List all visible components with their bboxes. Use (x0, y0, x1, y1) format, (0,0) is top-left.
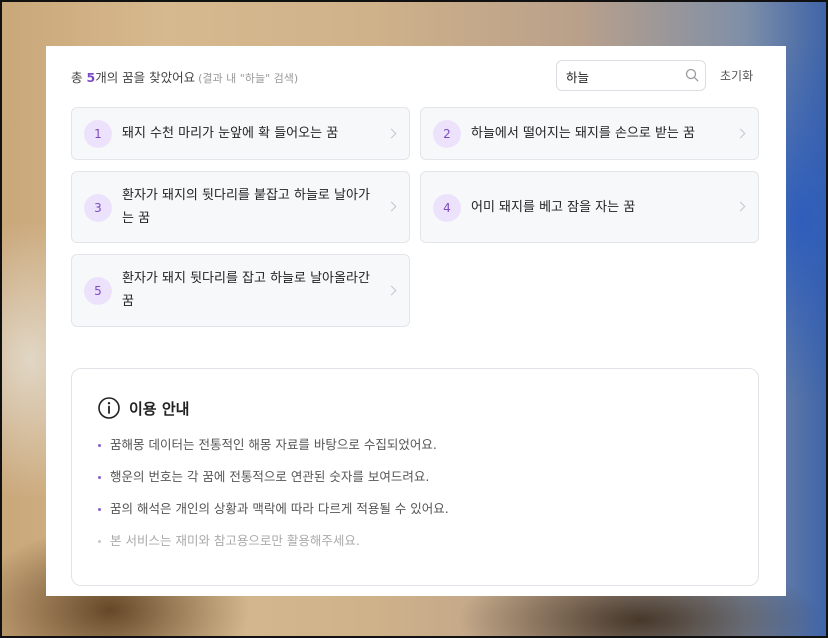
guide-item: 본 서비스는 재미와 참고용으로만 활용해주세요. (96, 529, 738, 561)
result-card-1[interactable]: 1 돼지 수천 마리가 눈앞에 확 들어오는 꿈 (71, 107, 410, 160)
result-number-badge: 4 (433, 194, 461, 222)
result-card-5[interactable]: 5 환자가 돼지 뒷다리를 잡고 하늘로 날아올라간 꿈 (71, 254, 410, 327)
results-toolbar: 총 5개의 꿈을 찾았어요(결과 내 "하늘" 검색) 초기화 (71, 60, 761, 92)
result-card-2[interactable]: 2 하늘에서 떨어지는 돼지를 손으로 받는 꿈 (420, 107, 759, 160)
search-icon[interactable] (685, 68, 699, 82)
chevron-right-icon (735, 201, 746, 212)
guide-item: 꿈의 해석은 개인의 상황과 맥락에 따라 다르게 적용될 수 있어요. (96, 497, 738, 529)
result-title: 환자가 돼지 뒷다리를 잡고 하늘로 날아올라간 꿈 (122, 271, 370, 309)
dream-search-panel: 총 5개의 꿈을 찾았어요(결과 내 "하늘" 검색) 초기화 1 돼지 수천 … (46, 46, 786, 596)
search-input[interactable] (566, 67, 676, 85)
result-count: 5 (86, 70, 96, 85)
search-box (556, 60, 706, 91)
guide-heading: 이용 안내 (97, 396, 189, 420)
result-title: 하늘에서 떨어지는 돼지를 손으로 받는 꿈 (471, 126, 695, 141)
guide-item: 행운의 번호는 각 꿈에 전통적으로 연관된 숫자를 보여드려요. (96, 465, 738, 497)
summary-prefix: 총 (71, 70, 87, 85)
result-card-3[interactable]: 3 환자가 돼지의 뒷다리를 붙잡고 하늘로 날아가는 꿈 (71, 171, 410, 243)
usage-guide: 이용 안내 꿈해몽 데이터는 전통적인 해몽 자료를 바탕으로 수집되었어요. … (71, 368, 759, 586)
guide-item: 꿈해몽 데이터는 전통적인 해몽 자료를 바탕으로 수집되었어요. (96, 433, 738, 465)
info-icon (98, 397, 120, 419)
chevron-right-icon (386, 128, 397, 138)
guide-title: 이용 안내 (129, 399, 190, 418)
summary-suffix: 개의 꿈을 찾았어요 (95, 70, 196, 85)
result-number-badge: 1 (84, 120, 112, 148)
result-title: 어미 돼지를 베고 잠을 자는 꿈 (471, 200, 636, 215)
chevron-right-icon (386, 285, 397, 295)
search-note: (결과 내 "하늘" 검색) (198, 72, 299, 85)
reset-button[interactable]: 초기화 (720, 67, 753, 84)
guide-list: 꿈해몽 데이터는 전통적인 해몽 자료를 바탕으로 수집되었어요. 행운의 번호… (96, 433, 738, 561)
result-number-badge: 3 (84, 194, 112, 222)
result-card-4[interactable]: 4 어미 돼지를 베고 잠을 자는 꿈 (420, 171, 759, 243)
chevron-right-icon (386, 201, 397, 212)
result-number-badge: 5 (84, 277, 112, 305)
result-title: 환자가 돼지의 뒷다리를 붙잡고 하늘로 날아가는 꿈 (122, 188, 370, 226)
result-summary: 총 5개의 꿈을 찾았어요 (결과 내 "하늘" 검색) (71, 67, 298, 86)
result-number-badge: 2 (433, 120, 461, 148)
chevron-right-icon (735, 128, 746, 138)
result-title: 돼지 수천 마리가 눈앞에 확 들어오는 꿈 (122, 126, 339, 141)
